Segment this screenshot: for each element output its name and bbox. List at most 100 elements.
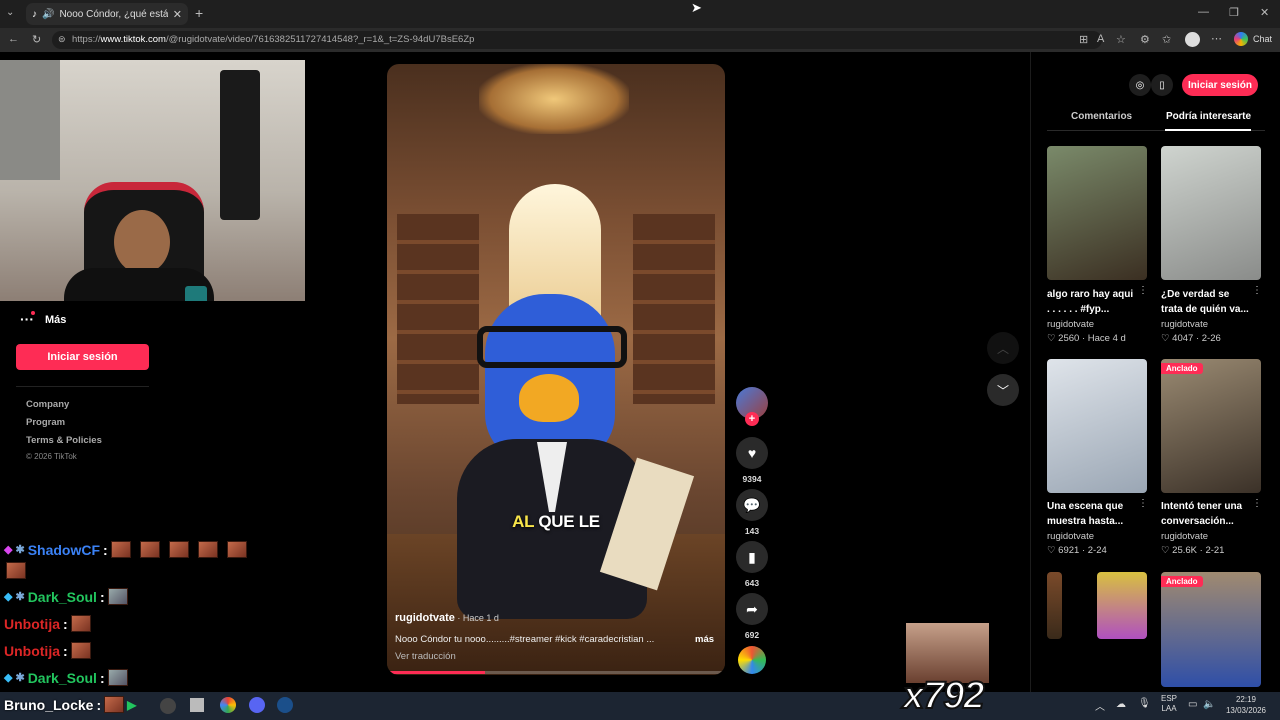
follow-plus-icon[interactable]: + [745,412,759,426]
language-layout: LAA [1161,704,1177,713]
device-button[interactable]: ▯ [1151,74,1173,96]
more-menu-label[interactable]: Más [45,314,66,326]
video-author[interactable]: rugidotvate [395,612,455,624]
emote [197,541,218,558]
video-progress-track[interactable] [387,671,725,674]
card-title[interactable]: Una escena que muestra hasta... [1047,499,1123,529]
language-indicator[interactable]: ESP LAA [1161,694,1177,714]
discord-icon[interactable] [249,697,265,713]
sidebar-login-button[interactable]: Iniciar sesión [16,344,149,370]
music-disc-icon[interactable] [738,646,766,674]
copilot-icon[interactable] [1234,32,1248,46]
cloud-icon[interactable]: ☁ [1116,699,1126,710]
save-button[interactable]: ▮ [736,541,768,573]
card-title[interactable]: Intentó tener una conversación... [1161,499,1242,529]
pinned-badge: Anclado [1161,363,1203,374]
video-thumbnail[interactable]: Anclado [1161,572,1261,687]
tab-recommended[interactable]: Podría interesarte [1166,111,1251,122]
restore-icon[interactable]: ❐ [1229,6,1239,19]
header-login-button[interactable]: Iniciar sesión [1182,74,1258,96]
chat-username: Unbotija [4,615,60,632]
card-user[interactable]: rugidotvate [1161,319,1208,330]
chat-badge-icon: ✱ [15,544,25,556]
speaker-icon[interactable]: 🔊 [42,9,54,20]
video-thumbnail[interactable] [1047,572,1062,639]
steam-icon[interactable] [277,697,293,713]
back-icon[interactable]: ← [8,33,19,45]
chat-badge-icon: ◆ [4,672,13,684]
favorites-bar-icon[interactable]: ✩ [1162,33,1171,46]
close-window-icon[interactable]: ✕ [1260,6,1269,19]
card-user[interactable]: rugidotvate [1161,531,1208,542]
footer-link-program[interactable]: Program [26,417,65,428]
card-title[interactable]: ¿De verdad se trata de quién va... [1161,287,1249,317]
emote [104,696,125,713]
card-menu-icon[interactable]: ⋮ [1252,498,1262,509]
more-options-icon[interactable]: ⋯ [1211,32,1222,45]
emote [168,541,189,558]
translate-icon[interactable]: A [1097,33,1104,45]
taskbar-app-icon[interactable] [190,698,204,712]
footer-link-company[interactable]: Company [26,399,69,410]
footer-link-terms[interactable]: Terms & Policies [26,435,102,446]
copyright-text: © 2026 TikTok [26,452,77,461]
share-arrow-icon: ➦ [746,600,758,617]
notification-dot [31,311,35,315]
card-user[interactable]: rugidotvate [1047,531,1094,542]
clock[interactable]: 22:19 13/03/2026 [1222,694,1270,716]
refresh-icon[interactable]: ↻ [32,33,41,46]
next-video-button[interactable]: ﹀ [987,374,1019,406]
chrome-icon[interactable] [220,697,236,713]
description-more-link[interactable]: más [695,634,714,645]
card-stats: ♡ 2560 · Hace 4 d [1047,333,1126,344]
extensions-icon[interactable]: ⚙ [1140,33,1150,46]
network-icon[interactable]: ▭ [1188,699,1197,710]
tab-list-icon[interactable]: ⌄ [6,7,14,18]
chat-message: ◆ ✱ ShadowCF: [4,541,247,558]
previous-video-button[interactable]: ︿ [987,332,1019,364]
video-thumbnail[interactable] [1047,146,1147,280]
new-tab-icon[interactable]: + [195,5,203,21]
comment-button[interactable]: 💬 [736,489,768,521]
taskbar-app-icon[interactable] [160,698,176,714]
url-field[interactable]: ⊜ https://www.tiktok.com/@rugidotvate/vi… [52,31,1102,49]
read-mode-icon[interactable]: ⊞ [1079,33,1088,46]
chat-separator: : [99,588,105,605]
tab-comments[interactable]: Comentarios [1071,111,1132,122]
card-menu-icon[interactable]: ⋮ [1138,285,1148,296]
heart-outline-icon: ♡ [1047,333,1056,344]
minimize-icon[interactable]: — [1198,6,1209,18]
browser-tab[interactable]: ♪ 🔊 Nooo Cóndor, ¿qué estás hac ✕ [26,3,188,25]
chat-separator: : [103,541,108,558]
emote [110,541,131,558]
like-button[interactable]: ♥ [736,437,768,469]
video-description: Nooo Cóndor tu nooo.........#streamer #k… [395,634,655,645]
translation-link[interactable]: Ver traducción [395,651,456,662]
profile-avatar[interactable] [1185,32,1200,47]
card-menu-icon[interactable]: ⋮ [1138,498,1148,509]
tray-chevron-up-icon[interactable]: ︿ [1095,698,1105,713]
card-title[interactable]: algo raro hay aqui . . . . . . #fyp... [1047,287,1133,317]
video-player[interactable]: AL QUE LE rugidotvate · Hace 1 d Nooo Có… [387,64,725,675]
favorite-icon[interactable]: ☆ [1116,33,1126,46]
card-user[interactable]: rugidotvate [1047,319,1094,330]
close-tab-icon[interactable]: ✕ [173,8,182,21]
video-thumbnail[interactable] [1047,359,1147,493]
comment-count: 143 [744,526,760,536]
address-bar: ← ↻ ⊜ https://www.tiktok.com/@rugidotvat… [0,28,1280,52]
share-button[interactable]: ➦ [736,593,768,625]
compass-button[interactable]: ◎ [1129,74,1151,96]
chat-button[interactable]: Chat [1253,34,1272,44]
chat-separator: : [99,669,105,686]
video-thumbnail[interactable] [1097,572,1147,639]
emote [107,669,128,686]
card-title-line: trata de quién va... [1161,304,1249,315]
volume-icon[interactable]: 🔈 [1203,699,1215,710]
microphone-icon[interactable]: 🎙 [1138,698,1151,709]
chat-message: Unbotija: [4,615,91,632]
video-thumbnail[interactable]: Anclado [1161,359,1261,493]
card-menu-icon[interactable]: ⋮ [1252,285,1262,296]
video-thumbnail[interactable] [1161,146,1261,280]
card-likes: 25.6K [1172,545,1197,556]
site-info-icon[interactable]: ⊜ [58,34,66,45]
